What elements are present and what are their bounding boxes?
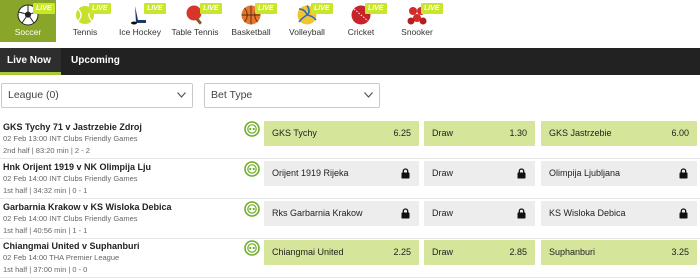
odds-selection: Olimpija Ljubljana xyxy=(549,168,621,178)
match-status: 1st half | 40:56 min | 1 - 1 xyxy=(3,226,88,235)
lock-icon xyxy=(679,208,688,219)
live-badge: LIVE xyxy=(255,3,277,14)
odds-away-button[interactable]: Suphanburi 3.25 xyxy=(541,240,697,265)
match-status: 1st half | 34:32 min | 0 - 1 xyxy=(3,186,88,195)
live-stream-icon[interactable] xyxy=(244,161,260,177)
odds-selection: Rks Garbarnia Krakow xyxy=(272,208,363,218)
odds-selection: Orijent 1919 Rijeka xyxy=(272,168,349,178)
sport-cricket[interactable]: LIVE Cricket xyxy=(340,0,387,42)
odds-price: 6.25 xyxy=(393,128,411,138)
odds-price: 2.85 xyxy=(509,247,527,257)
match-title[interactable]: Hnk Orijent 1919 v NK Olimpija Lju xyxy=(3,162,151,172)
match-title[interactable]: Chiangmai United v Suphanburi xyxy=(3,241,140,251)
sport-label: Volleyball xyxy=(289,27,325,37)
odds-draw-button[interactable]: Draw xyxy=(424,161,535,186)
match-row: Hnk Orijent 1919 v NK Olimpija Lju 02 Fe… xyxy=(0,159,700,199)
odds-draw-button[interactable]: Draw 2.85 xyxy=(424,240,535,265)
odds-price: 3.25 xyxy=(671,247,689,257)
live-badge: LIVE xyxy=(311,3,333,14)
odds-home-button[interactable]: Orijent 1919 Rijeka xyxy=(264,161,419,186)
odds-home-button[interactable]: Chiangmai United 2.25 xyxy=(264,240,419,265)
sport-label: Basketball xyxy=(231,27,271,37)
odds-price: 1.30 xyxy=(509,128,527,138)
odds-price: 6.00 xyxy=(671,128,689,138)
odds-price: 2.25 xyxy=(393,247,411,257)
odds-away-button[interactable]: KS Wisloka Debica xyxy=(541,201,697,226)
sport-label: Ice Hockey xyxy=(118,27,162,37)
tab-live-now[interactable]: Live Now xyxy=(0,48,61,75)
sport-label: Tennis xyxy=(72,27,98,37)
match-meta: 02 Feb 14:00 INT Clubs Friendly Games xyxy=(3,214,138,223)
match-title[interactable]: Garbarnia Krakow v KS Wisloka Debica xyxy=(3,202,171,212)
odds-selection: Draw xyxy=(432,168,454,178)
sport-snooker[interactable]: LIVE Snooker xyxy=(394,0,443,42)
league-select[interactable]: League (0) xyxy=(1,83,193,108)
sport-label: Table Tennis xyxy=(171,27,219,37)
sport-soccer[interactable]: LIVE Soccer xyxy=(0,0,56,42)
sport-volleyball[interactable]: LIVE Volleyball xyxy=(284,0,333,42)
row-divider xyxy=(0,277,700,278)
match-meta: 02 Feb 14:00 THA Premier League xyxy=(3,253,120,262)
odds-draw-button[interactable]: Draw xyxy=(424,201,535,226)
odds-away-button[interactable]: Olimpija Ljubljana xyxy=(541,161,697,186)
lock-icon xyxy=(679,168,688,179)
odds-selection: Suphanburi xyxy=(549,247,596,257)
sport-label: Soccer xyxy=(14,27,42,37)
sport-label: Snooker xyxy=(401,27,433,37)
lock-icon xyxy=(517,208,526,219)
live-badge: LIVE xyxy=(144,3,166,14)
tab-bar: Live Now Upcoming xyxy=(0,48,700,75)
odds-draw-button[interactable]: Draw 1.30 xyxy=(424,121,535,146)
odds-away-button[interactable]: GKS Jastrzebie 6.00 xyxy=(541,121,697,146)
match-status: 1st half | 37:00 min | 0 - 0 xyxy=(3,265,88,274)
live-badge: LIVE xyxy=(421,3,443,14)
odds-selection: GKS Tychy xyxy=(272,128,317,138)
odds-selection: Draw xyxy=(432,128,454,138)
lock-icon xyxy=(401,168,410,179)
sport-tennis[interactable]: LIVE Tennis xyxy=(62,0,111,42)
odds-selection: Draw xyxy=(432,247,454,257)
odds-home-button[interactable]: Rks Garbarnia Krakow xyxy=(264,201,419,226)
odds-selection: GKS Jastrzebie xyxy=(549,128,612,138)
live-stream-icon[interactable] xyxy=(244,201,260,217)
sport-label: Cricket xyxy=(347,27,375,37)
sport-basketball[interactable]: LIVE Basketball xyxy=(227,0,277,42)
odds-selection: Draw xyxy=(432,208,454,218)
live-badge: LIVE xyxy=(200,3,222,14)
live-stream-icon[interactable] xyxy=(244,240,260,256)
live-badge: LIVE xyxy=(33,3,55,14)
live-badge: LIVE xyxy=(365,3,387,14)
live-stream-icon[interactable] xyxy=(244,121,260,137)
sport-ice-hockey[interactable]: LIVE Ice Hockey xyxy=(116,0,166,42)
odds-selection: KS Wisloka Debica xyxy=(549,208,626,218)
bet-type-select[interactable]: Bet Type xyxy=(204,83,380,108)
lock-icon xyxy=(401,208,410,219)
match-meta: 02 Feb 13:00 INT Clubs Friendly Games xyxy=(3,134,138,143)
match-row: Chiangmai United v Suphanburi 02 Feb 14:… xyxy=(0,238,700,278)
odds-home-button[interactable]: GKS Tychy 6.25 xyxy=(264,121,419,146)
bet-type-select-value: Bet Type xyxy=(211,89,253,101)
chevron-down-icon xyxy=(364,92,373,98)
tab-upcoming[interactable]: Upcoming xyxy=(64,48,127,75)
sports-nav: LIVE Soccer LIVE Tennis LIVE Ice Hockey … xyxy=(0,0,700,46)
sport-table-tennis[interactable]: LIVE Table Tennis xyxy=(170,0,222,42)
live-badge: LIVE xyxy=(89,3,111,14)
match-status: 2nd half | 83:20 min | 2 - 2 xyxy=(3,146,90,155)
league-select-value: League (0) xyxy=(8,89,59,101)
odds-selection: Chiangmai United xyxy=(272,247,344,257)
match-title[interactable]: GKS Tychy 71 v Jastrzebie Zdroj xyxy=(3,122,142,132)
match-row: GKS Tychy 71 v Jastrzebie Zdroj 02 Feb 1… xyxy=(0,119,700,159)
match-meta: 02 Feb 14:00 INT Clubs Friendly Games xyxy=(3,174,138,183)
chevron-down-icon xyxy=(177,92,186,98)
match-row: Garbarnia Krakow v KS Wisloka Debica 02 … xyxy=(0,199,700,239)
lock-icon xyxy=(517,168,526,179)
